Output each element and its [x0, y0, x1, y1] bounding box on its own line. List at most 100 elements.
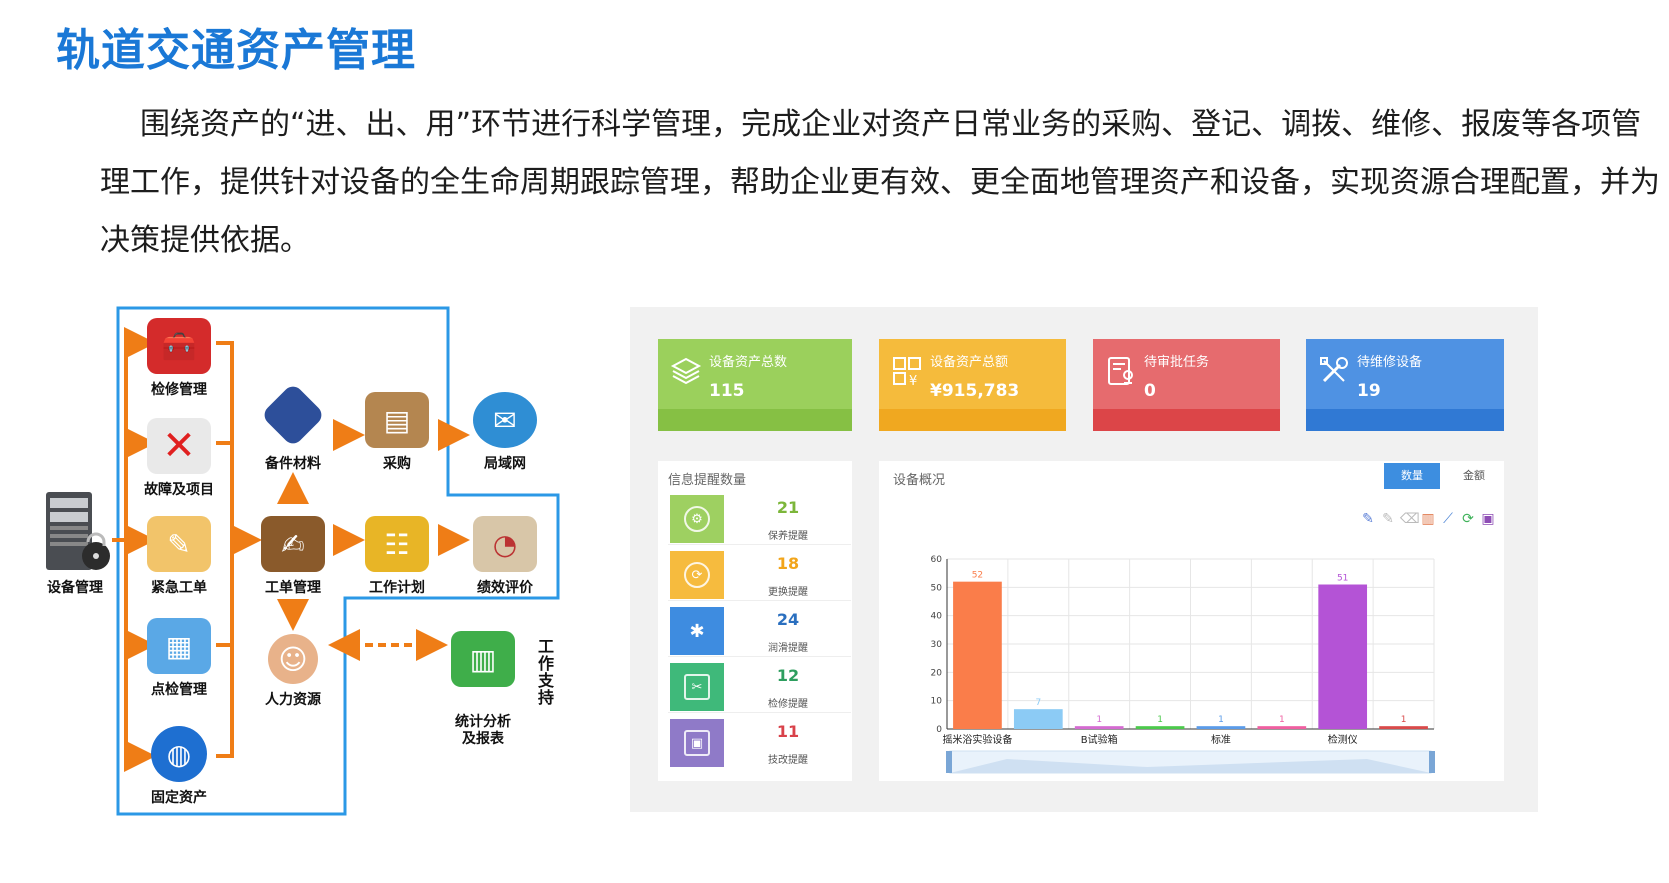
notepad-pencil-icon: ✎: [147, 516, 211, 572]
reminder-count: 24: [776, 610, 800, 629]
node-inspection: ▦ 点检管理: [124, 618, 234, 699]
x-tick-label: 检测仪: [1328, 733, 1358, 746]
cube-icon: [260, 382, 326, 448]
bar: [1257, 726, 1307, 729]
bar-chart-icon: ▥: [451, 631, 515, 687]
bar: [953, 581, 1002, 729]
reminder-row[interactable]: ⟳ 18 更换提醒: [668, 551, 851, 601]
card-value: 19: [1357, 381, 1381, 401]
card-label: 设备资产总额: [930, 355, 1009, 370]
bar-value-label: 1: [1279, 715, 1285, 725]
y-tick-label: 30: [931, 640, 943, 650]
node-urgent: ✎ 紧急工单: [124, 516, 234, 597]
dashboard: 设备资产总数 115 ¥ 设备资产总额 ¥915,783 待审批任务 0 待维修…: [630, 307, 1538, 812]
globe-drive-icon: ◍: [151, 726, 207, 782]
bar-value-label: 1: [1157, 715, 1163, 725]
person-face-icon: ☺: [268, 634, 318, 684]
stat-card-pending-approval[interactable]: 待审批任务 0: [1093, 339, 1280, 431]
node-hr: ☺ 人力资源: [238, 634, 348, 709]
page-title: 轨道交通资产管理: [56, 25, 416, 76]
node-lan: ✉ 局域网: [450, 392, 560, 473]
y-tick-label: 50: [931, 583, 943, 593]
stat-card-pending-repair[interactable]: 待维修设备 19: [1306, 339, 1504, 431]
reminder-count: 18: [776, 554, 800, 573]
y-tick-label: 0: [936, 725, 942, 735]
bar: [1318, 584, 1368, 729]
node-label: 检修管理: [151, 382, 207, 398]
node-label: 点检管理: [151, 682, 207, 698]
y-tick-label: 40: [931, 612, 943, 622]
y-tick-label: 60: [931, 555, 943, 565]
bar-value-label: 1: [1096, 715, 1102, 725]
panel-title: 信息提醒数量: [668, 473, 747, 488]
node-label: 工作计划: [369, 580, 425, 596]
node-label: 采购: [383, 456, 411, 472]
presentation-board-icon: ◔: [473, 516, 537, 572]
bar-value-label: 51: [1337, 574, 1348, 584]
toolbox-icon: 🧰: [147, 318, 211, 374]
reminder-label: 保养提醒: [768, 531, 808, 542]
notebook-icon: ✍: [261, 516, 325, 572]
fault-x-icon: ✕: [147, 418, 211, 474]
maintain-icon: ⚙: [684, 506, 710, 532]
node-label: 人力资源: [265, 692, 321, 708]
x-tick-label: 标准: [1211, 734, 1231, 746]
node-label: 工单管理: [265, 580, 321, 596]
node-label: 固定资产: [151, 790, 207, 806]
bar: [1135, 726, 1185, 729]
bar: [1074, 726, 1124, 729]
bar: [1196, 726, 1246, 729]
reminder-row[interactable]: ⚙ 21 保养提醒: [668, 495, 851, 545]
bar-value-label: 1: [1401, 715, 1407, 725]
node-label: 备件材料: [265, 456, 321, 472]
crate-icon: ▤: [365, 392, 429, 448]
bar: [1013, 709, 1063, 729]
card-value: ¥915,783: [930, 381, 1020, 401]
approval-icon: [1108, 357, 1133, 385]
reminder-row[interactable]: ✂ 12 检修提醒: [668, 663, 851, 713]
zoom-handle-right: [1429, 751, 1435, 773]
node-spare-parts: 备件材料: [238, 382, 348, 473]
asset-flow-diagram: 设备管理 🧰 检修管理 ✕ 故障及项目 ✎ 紧急工单 ▦ 点检管理 ◍ 固定资产…: [0, 300, 620, 883]
node-maintenance: 🧰 检修管理: [124, 318, 234, 399]
reminder-label: 更换提醒: [768, 587, 808, 598]
work-support-label: 工作支持: [538, 637, 555, 707]
tools-icon: [1320, 357, 1348, 383]
bar-value-label: 7: [1035, 698, 1041, 708]
layers-icon: [670, 357, 702, 385]
reminder-count: 11: [776, 722, 800, 741]
reminder-label: 技改提醒: [768, 755, 808, 766]
reminder-label: 润滑提醒: [768, 643, 808, 654]
node-equipment: 设备管理: [20, 490, 130, 597]
card-label: 待维修设备: [1357, 355, 1423, 370]
overview-panel: 设备概况 数量 金额 ✎ ✎ ⌫ ▥ ⟋ ⟳ ▣ 0 10 20 30 40 50 60 52…: [879, 461, 1504, 781]
y-tick-label: 20: [931, 668, 943, 678]
node-work-plan: ☷ 工作计划: [342, 516, 452, 597]
y-tick-label: 10: [931, 697, 943, 707]
svg-text:¥: ¥: [909, 374, 917, 387]
equipment-bar-chart: 0 10 20 30 40 50 60 52 摇米浴实验设备 7 1 B试验箱 1 1 标准 1 51 检测仪 1: [931, 555, 1435, 774]
node-label: 设备管理: [47, 580, 103, 596]
server-lock-icon: [46, 492, 110, 570]
node-fault: ✕ 故障及项目: [124, 418, 234, 499]
bar-value-label: 52: [972, 571, 983, 581]
reminder-row[interactable]: ▣ 11 技改提醒: [668, 719, 851, 769]
node-label: 绩效评价: [477, 580, 533, 596]
bar-value-label: 1: [1218, 715, 1224, 725]
reminder-count: 12: [776, 666, 800, 685]
node-label: 紧急工单: [151, 580, 207, 596]
card-label: 待审批任务: [1144, 355, 1210, 370]
globe-mail-icon: ✉: [473, 392, 537, 448]
zoom-handle-left: [946, 751, 952, 773]
replace-icon: ⟳: [684, 562, 710, 588]
node-work-order: ✍ 工单管理: [238, 516, 348, 597]
chart-calculator-icon: ▦: [147, 618, 211, 674]
stat-card-total-count[interactable]: 设备资产总数 115: [658, 339, 852, 431]
bar: [1379, 726, 1428, 729]
x-tick-label: 摇米浴实验设备: [942, 733, 1012, 746]
reminder-row[interactable]: ✱ 24 润滑提醒: [668, 607, 851, 657]
reminder-label: 检修提醒: [768, 699, 808, 710]
node-label: 故障及项目: [144, 482, 214, 498]
reminder-count: 21: [776, 498, 800, 517]
stat-card-total-amount[interactable]: ¥ 设备资产总额 ¥915,783: [879, 339, 1066, 431]
